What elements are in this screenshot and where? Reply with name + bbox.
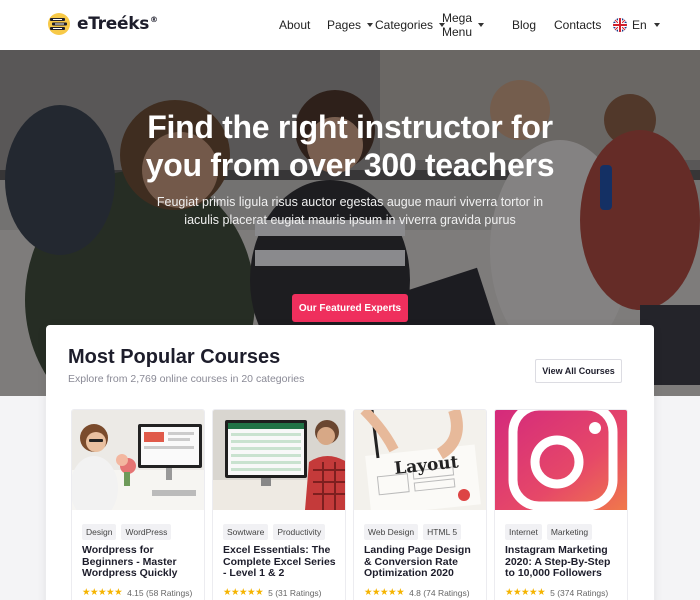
chevron-down-icon [653, 23, 660, 27]
course-title[interactable]: Instagram Marketing 2020: A Step-By-Step… [505, 544, 619, 580]
course-tag[interactable]: Web Design [364, 524, 419, 540]
course-tag[interactable]: Internet [505, 524, 542, 540]
course-card[interactable]: Layout Web Design HTML 5 Landing Page De… [353, 409, 487, 600]
course-tags: Web Design HTML 5 [364, 524, 462, 540]
menu-item-blog[interactable]: Blog [512, 18, 536, 32]
course-card[interactable]: Design WordPress Wordpress for Beginners… [71, 409, 205, 600]
course-image-excel [213, 410, 345, 510]
star-rating-icon: ★★★★★ [364, 587, 405, 598]
course-image-wordpress [72, 410, 204, 510]
course-tag[interactable]: WordPress [121, 524, 172, 540]
menu-item-categories[interactable]: Categories [375, 18, 446, 32]
course-image-instagram [495, 410, 627, 510]
menu-item-about[interactable]: About [279, 18, 310, 32]
menu-item-mega-menu[interactable]: Mega Menu [442, 11, 485, 39]
course-tags: Design WordPress [82, 524, 172, 540]
menu-item-pages[interactable]: Pages [327, 18, 374, 32]
course-tag[interactable]: Marketing [546, 524, 593, 540]
star-rating-icon: ★★★★★ [82, 587, 123, 598]
course-rating: ★★★★★ 4.8 (74 Ratings) [364, 587, 470, 598]
course-title[interactable]: Excel Essentials: The Complete Excel Ser… [223, 544, 337, 580]
course-card[interactable]: Internet Marketing Instagram Marketing 2… [494, 409, 628, 600]
course-title[interactable]: Landing Page Design & Conversion Rate Op… [364, 544, 478, 580]
chevron-down-icon [367, 23, 374, 27]
course-image-layout-sketch: Layout [354, 410, 486, 510]
star-rating-icon: ★★★★★ [223, 587, 264, 598]
hero-title: Find the right instructor for you from o… [145, 109, 555, 183]
featured-experts-button[interactable]: Our Featured Experts [292, 294, 408, 322]
course-tags: Internet Marketing [505, 524, 593, 540]
course-tag[interactable]: Design [82, 524, 117, 540]
course-tags: Sowtware Productivity [223, 524, 326, 540]
popular-courses-panel: Most Popular Courses Explore from 2,769 … [46, 325, 654, 600]
language-selector[interactable]: En [613, 18, 660, 32]
star-rating-icon: ★★★★★ [505, 587, 546, 598]
course-rating: ★★★★★ 5 (31 Ratings) [223, 587, 322, 598]
course-tag[interactable]: HTML 5 [423, 524, 462, 540]
logo-book-icon [48, 13, 70, 35]
course-tag[interactable]: Sowtware [223, 524, 269, 540]
course-card[interactable]: Sowtware Productivity Excel Essentials: … [212, 409, 346, 600]
uk-flag-icon [613, 18, 627, 32]
course-rating: ★★★★★ 4.15 (58 Ratings) [82, 587, 193, 598]
top-navbar: eTreéks® About Pages Categories Mega Men… [0, 0, 700, 50]
section-subtitle: Explore from 2,769 online courses in 20 … [68, 373, 305, 385]
menu-item-contacts[interactable]: Contacts [554, 18, 601, 32]
section-title: Most Popular Courses [68, 346, 281, 368]
course-tag[interactable]: Productivity [273, 524, 326, 540]
course-cards: Design WordPress Wordpress for Beginners… [71, 409, 631, 600]
course-rating: ★★★★★ 5 (374 Ratings) [505, 587, 609, 598]
view-all-courses-button[interactable]: View All Courses [535, 359, 622, 383]
hero-subtitle: Feugiat primis ligula risus auctor egest… [156, 195, 544, 227]
logo[interactable]: eTreéks® [46, 12, 158, 36]
course-title[interactable]: Wordpress for Beginners - Master Wordpre… [82, 544, 196, 580]
chevron-down-icon [478, 23, 485, 27]
logo-text: eTreéks® [77, 14, 158, 34]
